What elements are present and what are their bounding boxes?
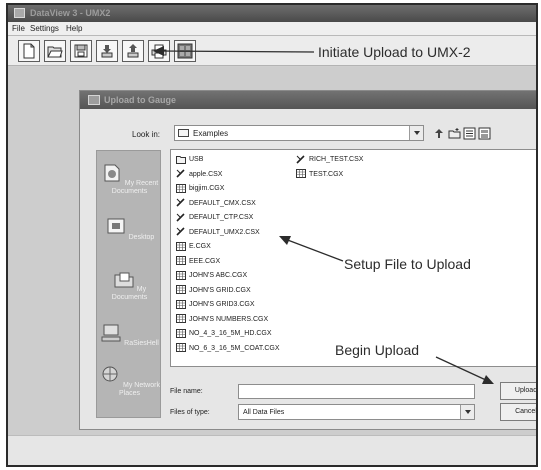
- arrow-to-setup-file: [284, 238, 344, 262]
- arrow-to-upload-dialog-button: [435, 356, 489, 382]
- arrow-to-upload-button: [158, 50, 315, 53]
- application-window: DataView 3 - UMX2 File Settings Help Upl…: [6, 3, 538, 467]
- callout-arrows: [153, 46, 494, 384]
